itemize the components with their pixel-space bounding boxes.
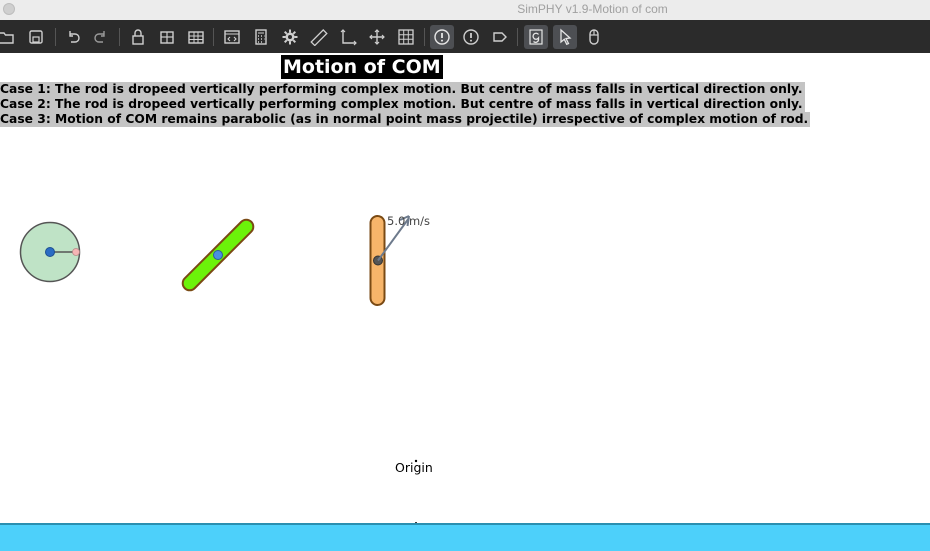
calculator-icon[interactable]	[249, 25, 273, 49]
table-icon[interactable]	[155, 25, 179, 49]
origin-label: Origin	[395, 460, 433, 475]
rod-2-body[interactable]	[180, 217, 256, 293]
window-title: SimPHY v1.9-Motion of com	[517, 2, 668, 16]
undo-icon[interactable]	[61, 25, 85, 49]
gravity-icon[interactable]	[524, 25, 548, 49]
table-grid-icon[interactable]	[184, 25, 208, 49]
status-bar	[0, 523, 930, 551]
open-folder-icon[interactable]	[0, 25, 18, 49]
mouse-icon[interactable]	[582, 25, 606, 49]
move-icon[interactable]	[365, 25, 389, 49]
alert-filled-icon[interactable]	[430, 25, 454, 49]
script-editor-icon[interactable]	[220, 25, 244, 49]
lock-icon[interactable]	[126, 25, 150, 49]
physics-scene	[19, 215, 418, 525]
save-icon[interactable]	[24, 25, 48, 49]
alert-outline-icon[interactable]	[459, 25, 483, 49]
ruler-icon[interactable]	[307, 25, 331, 49]
rod-3-body[interactable]	[369, 215, 386, 306]
grid-icon[interactable]	[394, 25, 418, 49]
axes-icon[interactable]	[336, 25, 360, 49]
tag-icon[interactable]	[488, 25, 512, 49]
velocity-label: 5.0 m/s	[387, 214, 431, 228]
toolbar	[0, 20, 930, 53]
disc-body[interactable]	[19, 221, 81, 283]
pointer-icon[interactable]	[553, 25, 577, 49]
redo-icon[interactable]	[89, 25, 113, 49]
simulation-canvas[interactable]: Motion of COM Case 1: The rod is dropeed…	[0, 53, 930, 525]
window-titlebar: SimPHY v1.9-Motion of com	[0, 0, 930, 21]
gear-icon[interactable]	[278, 25, 302, 49]
